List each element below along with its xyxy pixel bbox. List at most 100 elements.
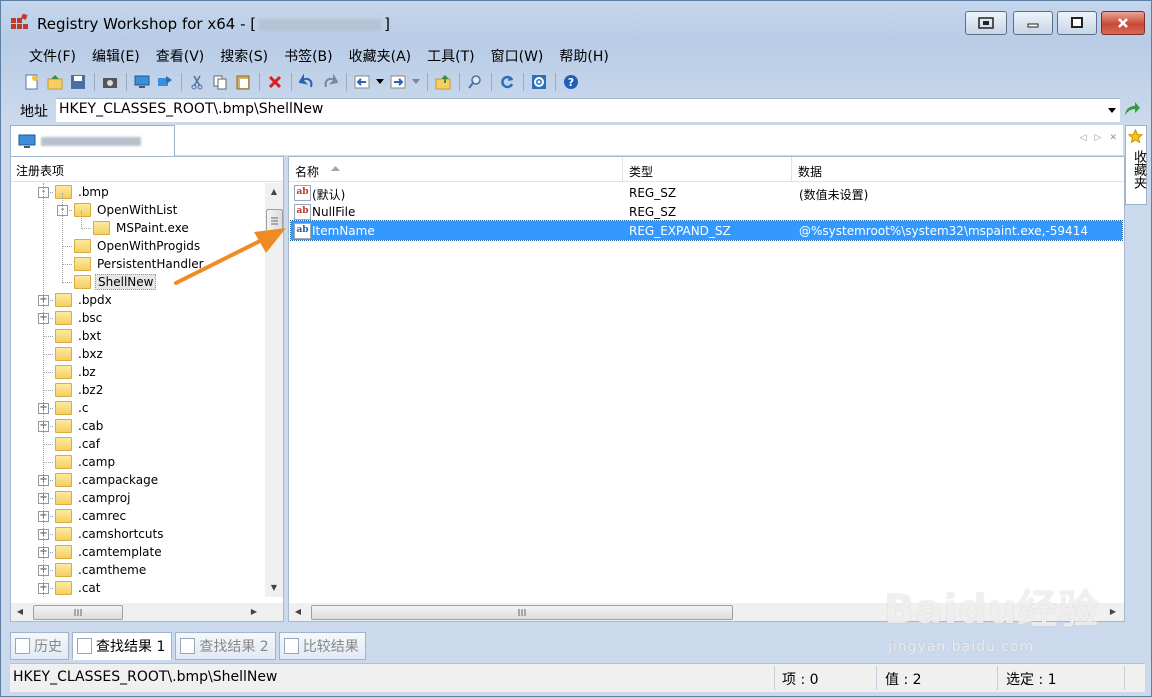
tree-horizontal-scrollbar[interactable]: ◀ ▶: [11, 603, 283, 621]
tree-item[interactable]: .bz2: [55, 381, 105, 399]
refresh-button[interactable]: [496, 71, 518, 93]
tree-item[interactable]: .caf: [55, 435, 102, 453]
tree-view[interactable]: .bmp - OpenWithList - MSPaint.exe OpenWithPro…: [11, 183, 261, 597]
scroll-down-icon[interactable]: ▼: [267, 581, 281, 595]
favorites-side-tab[interactable]: 收藏夹: [1125, 125, 1147, 205]
maximize-button[interactable]: [1057, 11, 1097, 35]
tree-vertical-scrollbar[interactable]: ▲ ▼: [265, 183, 283, 597]
tree-item[interactable]: .camtemplate: [55, 543, 164, 561]
tree-scroll-thumb[interactable]: [266, 209, 283, 233]
tree-connector: [43, 390, 53, 391]
address-input[interactable]: [59, 101, 1089, 117]
tree-item[interactable]: .camtheme: [55, 561, 148, 579]
save-button[interactable]: [67, 71, 89, 93]
remote-button[interactable]: [154, 71, 176, 93]
tree-item[interactable]: .camproj: [55, 489, 132, 507]
menu-bookmarks[interactable]: 书签(B): [280, 43, 337, 65]
redo-button[interactable]: [319, 71, 341, 93]
help-button[interactable]: ?: [560, 71, 582, 93]
menu-window[interactable]: 窗口(W): [487, 43, 548, 65]
tab-scroll-left-icon[interactable]: ◁: [1080, 133, 1087, 143]
registry-tree-panel: 注册表项 .bmp - OpenWithList - MSPaint.exe OpenWi…: [10, 156, 284, 622]
address-bar[interactable]: [56, 98, 1120, 122]
tree-item[interactable]: .cab: [55, 417, 105, 435]
tree-item[interactable]: ShellNew: [74, 273, 157, 291]
find-results-icon: [180, 638, 196, 654]
list-hscroll-thumb[interactable]: [311, 605, 733, 620]
undo-button[interactable]: [296, 71, 318, 93]
tree-item[interactable]: .bmp: [55, 183, 111, 201]
tab-compare-results[interactable]: 比较结果: [278, 632, 366, 660]
scroll-right-icon[interactable]: ▶: [247, 605, 261, 619]
folder-icon: [74, 257, 91, 271]
computer-tab[interactable]: [10, 125, 175, 156]
string-value-icon: ab: [294, 204, 311, 220]
tab-history[interactable]: 历史: [10, 632, 69, 660]
value-row[interactable]: ab NullFile REG_SZ: [291, 202, 1122, 221]
tree-item[interactable]: PersistentHandler: [74, 255, 206, 273]
column-name[interactable]: 名称: [289, 157, 623, 181]
menu-edit[interactable]: 编辑(E): [88, 43, 144, 65]
column-type[interactable]: 类型: [623, 157, 792, 181]
tree-item[interactable]: .bxt: [55, 327, 103, 345]
tree-item[interactable]: .bz: [55, 363, 98, 381]
menu-help[interactable]: 帮助(H): [555, 43, 612, 65]
copy-button[interactable]: [209, 71, 231, 93]
cut-button[interactable]: [186, 71, 208, 93]
forward-button[interactable]: [387, 71, 409, 93]
minimize-icon: [1027, 23, 1039, 28]
column-data[interactable]: 数据: [792, 157, 1122, 181]
tree-hscroll-thumb[interactable]: [33, 605, 123, 620]
address-dropdown-arrow-icon[interactable]: [1108, 108, 1116, 113]
scroll-left-icon[interactable]: ◀: [13, 605, 27, 619]
back-button[interactable]: [351, 71, 373, 93]
menu-file[interactable]: 文件(F): [25, 43, 80, 65]
go-arrow-icon[interactable]: [1123, 100, 1141, 118]
new-key-button[interactable]: [21, 71, 43, 93]
folder-icon: [55, 563, 72, 577]
tree-item[interactable]: .bsc: [55, 309, 104, 327]
forward-dropdown[interactable]: [410, 71, 422, 93]
scroll-up-icon[interactable]: ▲: [267, 185, 281, 199]
menu-tools[interactable]: 工具(T): [423, 43, 478, 65]
folder-icon: [93, 221, 110, 235]
import-button[interactable]: [44, 71, 66, 93]
value-row-selected[interactable]: ab ItemName REG_EXPAND_SZ @%systemroot%\…: [290, 220, 1123, 241]
watermark-url: jingyan.baidu.com: [888, 639, 1035, 655]
close-button[interactable]: [1101, 11, 1145, 35]
tree-item[interactable]: .camrec: [55, 507, 128, 525]
tab-find-results-2[interactable]: 查找结果 2: [175, 632, 276, 660]
menu-favorites[interactable]: 收藏夹(A): [345, 43, 416, 65]
tree-item[interactable]: .c: [55, 399, 90, 417]
tree-item[interactable]: .bxz: [55, 345, 105, 363]
tree-item[interactable]: .cat: [55, 579, 102, 597]
tab-find-results-1[interactable]: 查找结果 1: [72, 632, 173, 660]
options-button[interactable]: [528, 71, 550, 93]
menu-view[interactable]: 查看(V): [152, 43, 209, 65]
title-bar[interactable]: Registry Workshop for x64 - []: [1, 1, 1151, 39]
menu-search[interactable]: 搜索(S): [216, 43, 272, 65]
paste-button[interactable]: [232, 71, 254, 93]
tab-close-icon[interactable]: ✕: [1109, 133, 1117, 143]
tree-item[interactable]: MSPaint.exe: [93, 219, 191, 237]
tree-item[interactable]: OpenWithList: [74, 201, 179, 219]
scroll-left-icon[interactable]: ◀: [291, 605, 305, 619]
scroll-right-icon[interactable]: ▶: [1106, 605, 1120, 619]
minimize-button[interactable]: [1013, 11, 1053, 35]
value-row[interactable]: ab (默认) REG_SZ (数值未设置): [291, 183, 1122, 202]
find-button[interactable]: [464, 71, 486, 93]
tree-item[interactable]: .camshortcuts: [55, 525, 165, 543]
snapshot-button[interactable]: [99, 71, 121, 93]
connect-computer-button[interactable]: [131, 71, 153, 93]
folder-icon: [55, 293, 72, 307]
tree-item[interactable]: .bpdx: [55, 291, 114, 309]
tree-item[interactable]: OpenWithProgids: [74, 237, 202, 255]
parent-key-button[interactable]: [432, 71, 454, 93]
back-dropdown[interactable]: [374, 71, 386, 93]
value-data: @%systemroot%\system32\mspaint.exe,-5941…: [799, 224, 1088, 238]
restore-layout-button[interactable]: [965, 11, 1007, 35]
tab-scroll-right-icon[interactable]: ▷: [1095, 133, 1102, 143]
tree-item[interactable]: .campackage: [55, 471, 160, 489]
delete-button[interactable]: [264, 71, 286, 93]
tree-item[interactable]: .camp: [55, 453, 117, 471]
